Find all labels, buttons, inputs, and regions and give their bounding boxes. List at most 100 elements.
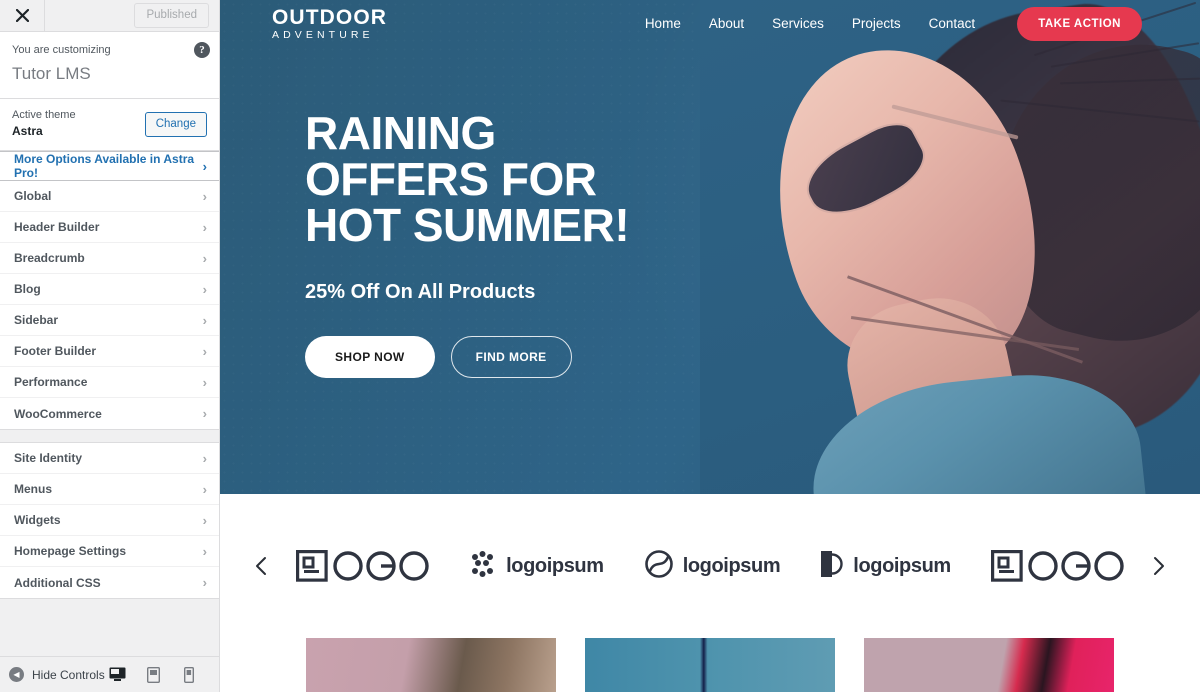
chevron-right-icon: ›	[202, 158, 207, 174]
logo-text: logoipsum	[853, 554, 951, 577]
hero-heading-line-2: OFFERS FOR	[305, 153, 597, 205]
half-moon-mark	[820, 549, 844, 584]
sidebar-item-sidebar[interactable]: Sidebar ›	[0, 305, 219, 337]
hero-subheading: 25% Off On All Products	[305, 281, 536, 303]
site-logo[interactable]: OUTDOOR ADVENTURE	[272, 7, 387, 41]
chevron-right-icon: ›	[202, 543, 207, 559]
chevron-left-icon[interactable]	[246, 556, 276, 576]
nav-link-contact[interactable]: Contact	[929, 16, 976, 31]
customizer-group-core: Site Identity › Menus › Widgets › Homepa…	[0, 442, 219, 600]
sidebar-item-label: Homepage Settings	[14, 544, 127, 559]
sidebar-item-label: Menus	[14, 482, 53, 497]
find-more-button[interactable]: FIND MORE	[450, 336, 572, 378]
nav-link-home[interactable]: Home	[645, 16, 681, 31]
product-card-1[interactable]	[306, 638, 556, 692]
chevron-right-icon: ›	[202, 281, 207, 297]
customizer-group-theme: Global › Header Builder › Breadcrumb › B…	[0, 181, 219, 431]
desktop-icon[interactable]	[107, 665, 127, 685]
logo-text: logoipsum	[506, 554, 604, 577]
sidebar-item-label: WooCommerce	[14, 406, 102, 421]
sidebar-item-homepage-settings[interactable]: Homepage Settings ›	[0, 536, 219, 568]
customizer-panel-list: More Options Available in Astra Pro! › G…	[0, 151, 219, 656]
nav-link-services[interactable]: Services	[772, 16, 824, 31]
change-theme-button[interactable]: Change	[144, 111, 207, 137]
logo-text: logoipsum	[682, 554, 781, 577]
active-theme-panel: Active theme Astra Change	[0, 99, 219, 152]
sidebar-item-menus[interactable]: Menus ›	[0, 474, 219, 506]
customizer-sidebar: Published You are customizing Tutor LMS …	[0, 0, 220, 692]
sidebar-item-label: Widgets	[14, 513, 61, 528]
hero-section: OUTDOOR ADVENTURE Home About Services Pr…	[220, 0, 1200, 494]
logo-square-circles	[296, 550, 429, 582]
take-action-button[interactable]: TAKE ACTION	[1017, 6, 1142, 41]
product-card-2[interactable]	[585, 638, 835, 692]
nav-link-projects[interactable]: Projects	[852, 16, 901, 31]
sidebar-item-footer-builder[interactable]: Footer Builder ›	[0, 336, 219, 368]
hero-button-group: SHOP NOW FIND MORE	[305, 336, 1200, 378]
sidebar-item-label: Footer Builder	[14, 344, 97, 359]
site-title: Tutor LMS	[12, 63, 91, 83]
mobile-icon[interactable]	[179, 665, 199, 685]
customizer-footer: ◀ Hide Controls	[0, 656, 219, 692]
sidebar-item-astra-pro[interactable]: More Options Available in Astra Pro! ›	[0, 151, 219, 182]
hide-controls-button[interactable]: ◀ Hide Controls	[9, 667, 107, 682]
square-circle-mark	[296, 550, 429, 582]
hide-controls-label: Hide Controls	[32, 667, 105, 682]
sidebar-item-woocommerce[interactable]: WooCommerce ›	[0, 398, 219, 430]
sidebar-item-breadcrumb[interactable]: Breadcrumb ›	[0, 243, 219, 275]
site-header: OUTDOOR ADVENTURE Home About Services Pr…	[220, 0, 1200, 47]
sidebar-item-additional-css[interactable]: Additional CSS ›	[0, 567, 219, 599]
chevron-right-icon: ›	[202, 481, 207, 497]
logo-square-circles-2	[990, 550, 1124, 582]
tablet-icon[interactable]	[143, 665, 163, 685]
device-preview-switcher	[107, 665, 209, 685]
active-theme-name: Astra	[12, 124, 43, 139]
customizer-app: Published You are customizing Tutor LMS …	[0, 0, 1200, 692]
chevron-right-icon: ›	[202, 450, 207, 466]
nav-link-about[interactable]: About	[709, 16, 744, 31]
active-theme-label: Active theme	[12, 109, 76, 122]
chevron-right-icon[interactable]	[1144, 556, 1174, 576]
product-grid	[220, 638, 1200, 692]
logo-primary-text: OUTDOOR	[272, 5, 388, 29]
logo-logoipsum-swirl: logoipsum	[644, 549, 781, 584]
sidebar-item-blog[interactable]: Blog ›	[0, 274, 219, 306]
chevron-right-icon: ›	[202, 575, 207, 591]
logo-track: logoipsum logoipsum logoipsum	[276, 549, 1144, 584]
sidebar-item-label: More Options Available in Astra Pro!	[14, 152, 195, 181]
customizing-info-panel: You are customizing Tutor LMS ?	[0, 32, 219, 100]
shop-now-button[interactable]: SHOP NOW	[305, 336, 435, 378]
chevron-right-icon: ›	[202, 374, 207, 390]
sidebar-item-global[interactable]: Global ›	[0, 181, 219, 213]
close-x-icon[interactable]	[0, 0, 45, 31]
sidebar-item-header-builder[interactable]: Header Builder ›	[0, 212, 219, 244]
customizer-topbar: Published	[0, 0, 219, 32]
site-preview-frame[interactable]: OUTDOOR ADVENTURE Home About Services Pr…	[220, 0, 1200, 692]
sidebar-item-site-identity[interactable]: Site Identity ›	[0, 443, 219, 475]
sidebar-item-label: Header Builder	[14, 220, 100, 235]
sidebar-item-label: Breadcrumb	[14, 251, 85, 266]
sidebar-item-label: Site Identity	[14, 451, 83, 466]
sidebar-item-widgets[interactable]: Widgets ›	[0, 505, 219, 537]
logo-logoipsum-half: logoipsum	[820, 549, 951, 584]
main-navigation: Home About Services Projects Contact TAK…	[645, 6, 1142, 41]
publish-button[interactable]: Published	[134, 2, 209, 29]
sidebar-item-performance[interactable]: Performance ›	[0, 367, 219, 399]
collapse-arrow-icon: ◀	[9, 667, 24, 682]
hero-content: RAINING OFFERS FOR HOT SUMMER! 25% Off O…	[220, 47, 1200, 378]
chevron-right-icon: ›	[202, 312, 207, 328]
product-card-3[interactable]	[864, 638, 1114, 692]
chevron-right-icon: ›	[202, 406, 207, 422]
hero-heading-line-3: HOT SUMMER!	[305, 199, 630, 251]
chevron-right-icon: ›	[202, 188, 207, 204]
dots-grid-mark	[469, 550, 497, 583]
active-theme-text: Active theme Astra	[12, 108, 76, 140]
help-question-icon[interactable]: ?	[194, 42, 210, 58]
logo-carousel: logoipsum logoipsum logoipsum	[220, 494, 1200, 638]
sidebar-item-label: Additional CSS	[14, 575, 101, 590]
sidebar-item-label: Blog	[14, 282, 41, 297]
chevron-right-icon: ›	[202, 512, 207, 528]
logo-logoipsum-dots: logoipsum	[469, 550, 604, 583]
sidebar-item-label: Global	[14, 189, 52, 204]
